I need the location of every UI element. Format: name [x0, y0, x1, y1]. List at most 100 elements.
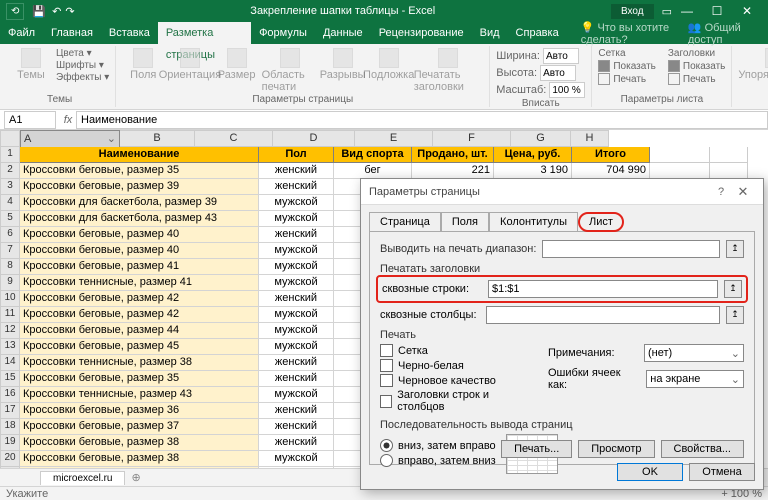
row-header[interactable]: 8	[0, 259, 20, 275]
cell[interactable]: Кроссовки беговые, размер 44	[20, 323, 259, 339]
cell[interactable]: Кроссовки беговые, размер 40	[20, 227, 259, 243]
row-header[interactable]: 18	[0, 419, 20, 435]
cell[interactable]: женский	[259, 403, 334, 419]
cell[interactable]: женский	[259, 163, 334, 179]
menu-tab[interactable]: Главная	[43, 22, 101, 44]
fx-icon[interactable]: fx	[60, 114, 76, 126]
ribbon-item[interactable]: Ориентация	[168, 48, 211, 81]
row-header[interactable]: 14	[0, 355, 20, 371]
row-header[interactable]: 16	[0, 387, 20, 403]
menu-tab[interactable]: Рецензирование	[371, 22, 472, 44]
col-header[interactable]: D	[273, 130, 355, 147]
effects-menu[interactable]: Эффекты ▾	[56, 72, 109, 83]
cell[interactable]: женский	[259, 291, 334, 307]
table-header[interactable]: Пол	[259, 147, 334, 163]
cell[interactable]: Кроссовки беговые, размер 39	[20, 179, 259, 195]
draft-check[interactable]: Черновое качество	[380, 374, 530, 387]
height-field[interactable]: Высота:	[496, 65, 585, 81]
cancel-button[interactable]: Отмена	[689, 463, 755, 481]
cell[interactable]: женский	[259, 371, 334, 387]
ribbon-item[interactable]: Размер	[216, 48, 258, 81]
table-header[interactable]: Цена, руб.	[494, 147, 572, 163]
props-button[interactable]: Свойства...	[661, 440, 744, 458]
cell[interactable]: мужской	[259, 211, 334, 227]
login-button[interactable]: Вход	[611, 4, 654, 19]
cell[interactable]: женский	[259, 435, 334, 451]
minimize-icon[interactable]: —	[672, 4, 702, 18]
print-range-input[interactable]	[542, 240, 720, 258]
row-header[interactable]: 3	[0, 179, 20, 195]
ribbon-opts-icon[interactable]: ▭	[662, 5, 672, 18]
select-all-corner[interactable]	[0, 130, 20, 147]
cell[interactable]	[650, 147, 710, 163]
cell[interactable]: Кроссовки беговые, размер 41	[20, 259, 259, 275]
row-header[interactable]: 20	[0, 451, 20, 467]
table-header[interactable]: Наименование	[20, 147, 259, 163]
ribbon-item[interactable]: Подложка	[368, 48, 410, 81]
cell[interactable]: Кроссовки беговые, размер 37	[20, 419, 259, 435]
cell[interactable]: Кроссовки беговые, размер 38	[20, 435, 259, 451]
col-header[interactable]: E	[355, 130, 433, 147]
cell[interactable]: мужской	[259, 259, 334, 275]
add-sheet-icon[interactable]: ⊕	[131, 471, 140, 484]
sheet-tab[interactable]: microexcel.ru	[40, 471, 125, 485]
cell[interactable]: Кроссовки беговые, размер 45	[20, 339, 259, 355]
row-header[interactable]: 15	[0, 371, 20, 387]
cell[interactable]: Кроссовки беговые, размер 35	[20, 371, 259, 387]
menu-tab[interactable]: Формулы	[251, 22, 315, 44]
cols-input[interactable]	[486, 306, 720, 324]
formula-bar[interactable]	[76, 111, 768, 129]
cell[interactable]: Кроссовки беговые, размер 38	[20, 451, 259, 467]
ok-button[interactable]: OK	[617, 463, 683, 481]
ribbon-item[interactable]: Область печати	[262, 48, 318, 93]
close-icon[interactable]: ✕	[732, 4, 762, 18]
cell[interactable]: женский	[259, 355, 334, 371]
cell[interactable]: Кроссовки беговые, размер 42	[20, 307, 259, 323]
ref-icon[interactable]: ↥	[726, 240, 744, 258]
right-down-radio[interactable]: вправо, затем вниз	[380, 454, 496, 467]
cell[interactable]: женский	[259, 419, 334, 435]
col-header[interactable]: H	[571, 130, 609, 147]
themes-button[interactable]: Темы	[10, 48, 52, 81]
dialog-tab[interactable]: Колонтитулы	[489, 212, 578, 232]
cell[interactable]: Кроссовки для баскетбола, размер 39	[20, 195, 259, 211]
table-header[interactable]: Продано, шт.	[412, 147, 494, 163]
cell[interactable]: Кроссовки теннисные, размер 43	[20, 387, 259, 403]
row-header[interactable]: 17	[0, 403, 20, 419]
dialog-tab[interactable]: Поля	[441, 212, 489, 232]
grid-show-check[interactable]: Показать	[598, 60, 656, 72]
undo-icon[interactable]: ↶	[52, 5, 61, 18]
row-header[interactable]: 10	[0, 291, 20, 307]
menu-tab[interactable]: Вставка	[101, 22, 158, 44]
cell[interactable]	[650, 163, 710, 179]
cell[interactable]: мужской	[259, 323, 334, 339]
share-button[interactable]: 👥 Общий доступ	[688, 21, 758, 46]
row-header[interactable]: 19	[0, 435, 20, 451]
cell[interactable]: мужской	[259, 339, 334, 355]
cell[interactable]: 704 990	[572, 163, 650, 179]
dialog-tab[interactable]: Страница	[369, 212, 441, 232]
ribbon-item[interactable]: Разрывы	[322, 48, 364, 81]
cell[interactable]: Кроссовки беговые, размер 42	[20, 291, 259, 307]
row-header[interactable]: 7	[0, 243, 20, 259]
errors-select[interactable]: на экране	[646, 370, 744, 388]
row-header[interactable]: 4	[0, 195, 20, 211]
menu-tab[interactable]: Данные	[315, 22, 371, 44]
rowcol-check[interactable]: Заголовки строк и столбцов	[380, 389, 530, 413]
grid-print-check[interactable]: Печать	[598, 73, 656, 85]
ref-icon[interactable]: ↥	[726, 306, 744, 324]
grid-check[interactable]: Сетка	[380, 344, 530, 357]
menu-tab[interactable]: Вид	[472, 22, 508, 44]
rows-input[interactable]	[488, 280, 718, 298]
down-right-radio[interactable]: вниз, затем вправо	[380, 439, 496, 452]
cell[interactable]: 3 190	[494, 163, 572, 179]
autosave-icon[interactable]: ⟲	[6, 3, 24, 20]
row-header[interactable]: 13	[0, 339, 20, 355]
col-header[interactable]: C	[195, 130, 273, 147]
print-button[interactable]: Печать...	[501, 440, 572, 458]
tell-me[interactable]: 💡 Что вы хотите сделать?	[581, 21, 688, 46]
notes-select[interactable]: (нет)	[644, 344, 744, 362]
dialog-tab[interactable]: Лист	[578, 212, 624, 232]
table-header[interactable]: Итого	[572, 147, 650, 163]
cell[interactable]: мужской	[259, 275, 334, 291]
